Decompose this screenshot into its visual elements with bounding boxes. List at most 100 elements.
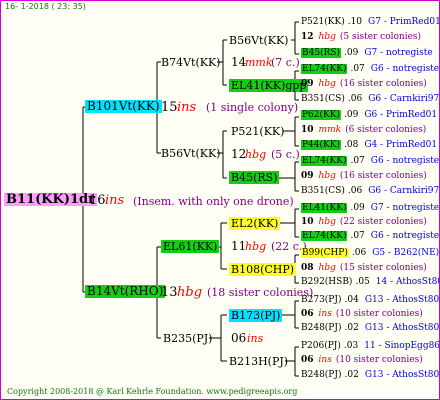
gen4-code: .09 — [344, 48, 359, 58]
gen3-queen-8[interactable]: B213H(PJ) — [229, 355, 288, 368]
gen1-num-2: 13 — [161, 285, 178, 300]
gen4-code: .06 — [351, 248, 367, 258]
gen2-queen-3[interactable]: EL61(KK) — [161, 240, 220, 253]
gen3-queen-3[interactable]: P521(KK) — [231, 125, 284, 138]
gen4-lineage: G13 - AthosSt80R — [364, 370, 440, 380]
gen4-tag: hbg — [318, 263, 336, 273]
gen3-tag-7: ins — [247, 332, 264, 345]
gen4-lineage: G6 - notregiste — [370, 64, 440, 74]
gen4-queen[interactable]: B248(PJ) — [301, 370, 341, 380]
gen4-row: EL74(KK) .07 G6 - notregiste — [301, 63, 439, 76]
gen1-queen-1[interactable]: B101Vt(KK) — [85, 100, 162, 113]
gen4-code: .07 — [350, 231, 365, 241]
gen4-queen[interactable]: P521(KK) — [301, 17, 345, 27]
gen4-row: EL74(KK) .07 G6 - notregiste — [301, 155, 439, 168]
gen4-row: P44(KK) .08 G4 - PrimRed01 — [301, 139, 437, 152]
gen4-lineage: G6 - Carnkiri97Q — [368, 186, 440, 196]
gen4-row: EL41(KK) .09 G7 - notregiste — [301, 202, 439, 215]
gen4-queen[interactable]: B99(CHP) — [301, 248, 349, 258]
gen4-code: .04 — [344, 295, 359, 305]
root-ins: ins — [105, 193, 125, 208]
gen3-tag-1: mmk — [245, 56, 273, 69]
gen4-tag: hbg — [318, 79, 336, 89]
gen4-queen[interactable]: EL74(KK) — [301, 64, 348, 74]
gen4-code: .02 — [344, 370, 359, 380]
gen2-queen-4[interactable]: B235(PJ) — [163, 332, 212, 345]
gen4-lineage: G13 - AthosSt80R — [364, 323, 440, 333]
gen4-lineage: G7 - notregiste — [364, 48, 433, 58]
gen4-tag: hbg — [318, 32, 336, 42]
gen1-queen-2[interactable]: B14Vt(RHO) — [85, 285, 166, 298]
root-queen[interactable]: B11(KK)1dr — [4, 193, 97, 206]
gen4-code: .05 — [355, 277, 370, 287]
gen4-num: 10 — [301, 125, 314, 135]
gen4-row: 09 hbg (16 sister colonies) — [301, 170, 427, 183]
gen4-note: (10 sister colonies) — [335, 309, 423, 319]
gen4-note: (15 sister colonies) — [339, 263, 427, 273]
gen4-row: 10 mmk (6 sister colonies) — [301, 124, 426, 137]
gen4-note: (10 sister colonies) — [335, 355, 423, 365]
gen4-row: 08 hbg (15 sister colonies) — [301, 262, 427, 275]
gen4-tag: ins — [318, 355, 332, 365]
gen4-num: 06 — [301, 355, 314, 365]
gen4-queen[interactable]: P62(KK) — [301, 110, 341, 120]
gen4-num: 08 — [301, 263, 314, 273]
gen4-row: B351(CS) .06 G6 - Carnkiri97Q — [301, 93, 440, 106]
gen4-tag: ins — [318, 309, 332, 319]
gen4-queen[interactable]: EL74(KK) — [301, 156, 348, 166]
gen3-queen-5[interactable]: EL2(KK) — [229, 217, 281, 230]
gen4-note: (6 sister colonies) — [345, 125, 427, 135]
gen3-queen-1[interactable]: B56Vt(KK) — [229, 34, 288, 47]
gen4-row: B273(PJ) .04 G13 - AthosSt80R — [301, 294, 440, 307]
gen4-queen[interactable]: B45(RS) — [301, 48, 342, 58]
gen4-tag: mmk — [318, 125, 342, 135]
gen4-row: B248(PJ) .02 G13 - AthosSt80R — [301, 322, 440, 335]
gen4-num: 10 — [301, 217, 314, 227]
gen4-queen[interactable]: B292(HSB) — [301, 277, 352, 287]
gen4-code: .07 — [350, 156, 365, 166]
gen4-queen[interactable]: B351(CS) — [301, 94, 345, 104]
gen4-queen[interactable]: B248(PJ) — [301, 323, 341, 333]
gen4-queen[interactable]: B273(PJ) — [301, 295, 341, 305]
gen3-queen-4[interactable]: B45(RS) — [229, 171, 280, 184]
gen4-tag: hbg — [318, 171, 336, 181]
gen3-num-5: 11 — [231, 239, 247, 253]
gen4-lineage: G13 - AthosSt80R — [364, 295, 440, 305]
gen4-row: 06 ins (10 sister colonies) — [301, 308, 423, 321]
gen4-lineage: G6 - Carnkiri97Q — [368, 94, 440, 104]
gen3-tag-5: hbg — [245, 240, 267, 253]
gen4-note: (22 sister colonies) — [339, 217, 427, 227]
gen2-queen-1[interactable]: B74Vt(KK) — [161, 56, 220, 69]
gen4-code: .02 — [344, 323, 359, 333]
gen4-code: .06 — [347, 94, 363, 104]
gen1-note-2: (18 sister colonies) — [207, 286, 314, 299]
gen3-num-1: 14 — [231, 55, 247, 69]
gen4-tag: hbg — [318, 217, 336, 227]
gen4-code: .06 — [347, 186, 363, 196]
gen3-queen-2[interactable]: EL41(KK)gpp — [229, 79, 309, 92]
gen3-queen-7[interactable]: B173(PJ) — [229, 309, 283, 322]
gen4-queen[interactable]: EL74(KK) — [301, 231, 348, 241]
gen4-num: 09 — [301, 79, 314, 89]
gen4-queen[interactable]: P44(KK) — [301, 140, 341, 150]
gen4-row: 12 hbg (5 sister colonies) — [301, 31, 421, 44]
gen4-row: 10 hbg (22 sister colonies) — [301, 216, 427, 229]
gen4-queen[interactable]: P206(PJ) — [301, 341, 341, 351]
gen4-note: (5 sister colonies) — [339, 32, 422, 42]
gen4-num: 12 — [301, 32, 314, 42]
pedigree-frame: 16- 1-2018 ( 23: 35) B11(KK)1dr 16 ins (… — [0, 0, 440, 400]
gen2-queen-2[interactable]: B56Vt(KK) — [161, 147, 220, 160]
gen4-row: B351(CS) .06 G6 - Carnkiri97Q — [301, 185, 440, 198]
gen4-lineage: 11 - SinopEgg86R — [364, 341, 440, 351]
gen4-lineage: G7 - PrimRed01 — [368, 17, 440, 27]
gen4-code: .03 — [343, 341, 359, 351]
gen4-row: 06 ins (10 sister colonies) — [301, 354, 423, 367]
gen1-ins-1: ins — [177, 100, 197, 115]
gen3-queen-6[interactable]: B108(CHP) — [229, 263, 297, 276]
gen4-queen[interactable]: EL41(KK) — [301, 203, 348, 213]
gen4-row: EL74(KK) .07 G6 - notregiste — [301, 230, 439, 243]
gen1-num-1: 15 — [161, 100, 178, 115]
gen4-queen[interactable]: B351(CS) — [301, 186, 345, 196]
gen3-num-3: 12 — [231, 147, 247, 161]
gen3-num-7: 06 — [231, 331, 247, 345]
